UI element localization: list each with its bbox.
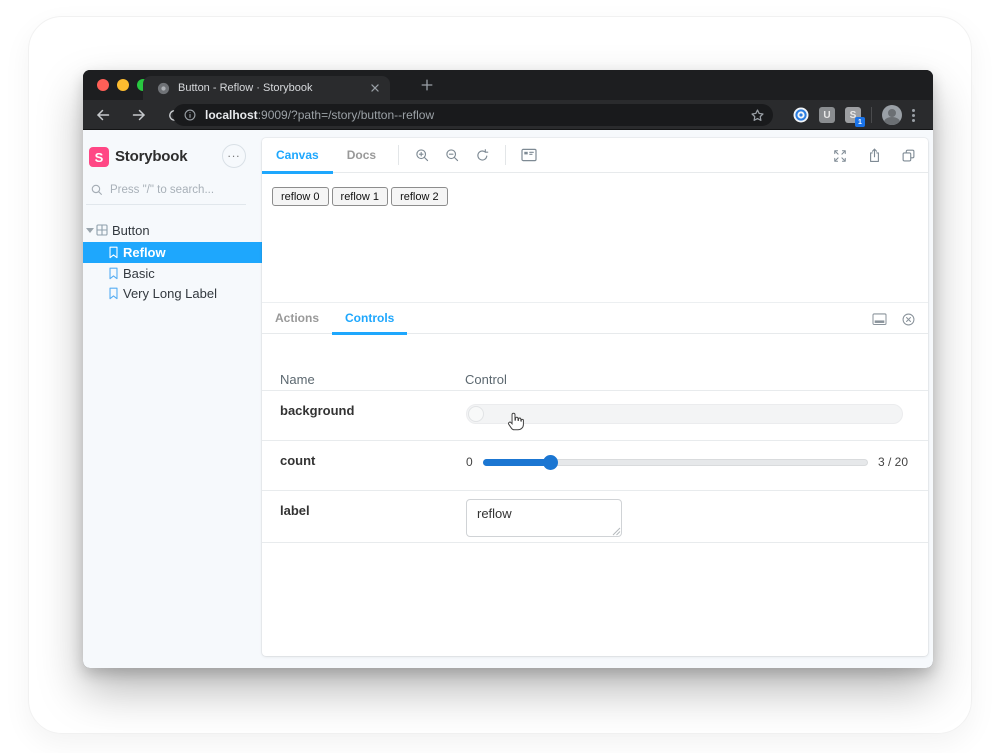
url-host: localhost [205, 108, 258, 122]
forward-icon[interactable] [131, 107, 147, 123]
search-underline [86, 204, 246, 205]
bookmark-icon [108, 246, 119, 259]
row-divider [262, 440, 928, 441]
sidebar-menu-button[interactable]: ... [222, 144, 246, 168]
tab-label: Actions [275, 311, 319, 325]
extension-icon-u[interactable]: U [819, 107, 835, 123]
sidebar-item-label: Very Long Label [123, 286, 217, 301]
search-placeholder: Press "/" to search... [110, 184, 214, 196]
column-header-name: Name [280, 372, 315, 387]
bookmark-star-icon[interactable] [750, 108, 765, 123]
story-button-reflow-2[interactable]: reflow 2 [391, 187, 448, 206]
toolbar-divider [505, 145, 506, 165]
color-swatch[interactable] [468, 406, 484, 422]
new-tab-button[interactable] [420, 78, 434, 92]
story-button-reflow-1[interactable]: reflow 1 [332, 187, 389, 206]
search-icon [90, 183, 104, 197]
sidebar-item-label: Button [112, 223, 150, 238]
url-bar[interactable]: localhost :9009/?path=/story/button--ref… [173, 104, 773, 126]
info-icon[interactable] [183, 108, 197, 122]
background-addon-icon[interactable] [514, 138, 544, 173]
sidebar-item-label: Reflow [123, 245, 166, 260]
extension-icon-s[interactable]: S 1 [845, 107, 861, 123]
tab-favicon-icon [157, 82, 170, 95]
window-controls [97, 79, 149, 91]
component-icon [96, 224, 108, 236]
extension-icon-1[interactable] [793, 107, 809, 123]
zoom-out-icon[interactable] [437, 138, 467, 173]
preview-card: Canvas Docs [262, 138, 928, 656]
caret-down-icon[interactable] [86, 228, 94, 233]
panel-position-icon[interactable] [872, 313, 887, 326]
arg-name-background: background [280, 403, 354, 418]
bookmark-icon [108, 287, 119, 300]
copy-link-icon[interactable] [896, 138, 920, 173]
background-color-control[interactable] [466, 404, 903, 424]
window-minimize-button[interactable] [117, 79, 129, 91]
zoom-in-icon[interactable] [407, 138, 437, 173]
range-min-label: 0 [466, 455, 473, 469]
share-icon[interactable] [862, 138, 886, 173]
extension-badge: 1 [855, 117, 865, 127]
sidebar-brand: S Storybook ... [83, 146, 262, 170]
arg-name-count: count [280, 453, 315, 468]
tab-label: Canvas [276, 148, 319, 162]
kebab-menu-icon[interactable] [912, 109, 915, 122]
count-slider-track[interactable] [483, 459, 868, 466]
sidebar-item-very-long-label[interactable]: Very Long Label [83, 283, 262, 303]
back-icon[interactable] [95, 107, 111, 123]
count-slider-thumb[interactable] [543, 455, 558, 470]
search-input[interactable]: Press "/" to search... [83, 180, 262, 204]
tab-close-icon[interactable] [368, 81, 382, 95]
canvas-toolbar: Canvas Docs [262, 138, 928, 173]
tab-title: Button - Reflow · Storybook [178, 82, 362, 94]
screenshot-canvas: Button - Reflow · Storybook [0, 0, 1000, 753]
close-panel-icon[interactable] [901, 312, 916, 327]
row-divider [262, 390, 928, 391]
row-divider [262, 542, 928, 543]
app-title: Storybook [115, 148, 187, 165]
browser-tab[interactable]: Button - Reflow · Storybook [143, 76, 390, 100]
tab-docs[interactable]: Docs [333, 138, 390, 173]
arg-name-label: label [280, 503, 310, 518]
toolbar-divider [871, 107, 872, 123]
addons-tab-bar: Actions Controls [262, 302, 928, 334]
profile-avatar[interactable] [882, 105, 902, 125]
tab-label: Docs [347, 148, 376, 162]
browser-window: Button - Reflow · Storybook [83, 70, 933, 668]
expand-icon[interactable] [828, 138, 852, 173]
ellipsis-icon: ... [227, 146, 240, 160]
storybook-app: S Storybook ... Press "/" to search... [83, 130, 933, 668]
bookmark-icon [108, 267, 119, 280]
column-header-control: Control [465, 372, 507, 387]
sidebar-item-reflow[interactable]: Reflow [83, 242, 262, 263]
label-text-control[interactable]: reflow [466, 499, 622, 537]
sidebar-item-basic[interactable]: Basic [83, 263, 262, 283]
window-close-button[interactable] [97, 79, 109, 91]
zoom-reset-icon[interactable] [467, 138, 497, 173]
toolbar-divider [398, 145, 399, 165]
storybook-logo: S [89, 147, 109, 167]
extension-letter: U [823, 110, 830, 121]
browser-tab-bar: Button - Reflow · Storybook [83, 70, 933, 100]
url-path: :9009/?path=/story/button--reflow [258, 108, 750, 122]
tab-controls[interactable]: Controls [332, 302, 407, 334]
tab-canvas[interactable]: Canvas [262, 138, 333, 173]
sidebar-item-button[interactable]: Button [83, 219, 262, 241]
sidebar-item-label: Basic [123, 266, 155, 281]
sidebar: S Storybook ... Press "/" to search... [83, 130, 262, 668]
tab-label: Controls [345, 311, 394, 325]
range-value-label: 3 / 20 [878, 455, 908, 469]
tab-actions[interactable]: Actions [262, 302, 332, 334]
row-divider [262, 490, 928, 491]
story-preview: reflow 0 reflow 1 reflow 2 [262, 174, 928, 302]
browser-toolbar: localhost :9009/?path=/story/button--ref… [83, 100, 933, 130]
story-button-reflow-0[interactable]: reflow 0 [272, 187, 329, 206]
